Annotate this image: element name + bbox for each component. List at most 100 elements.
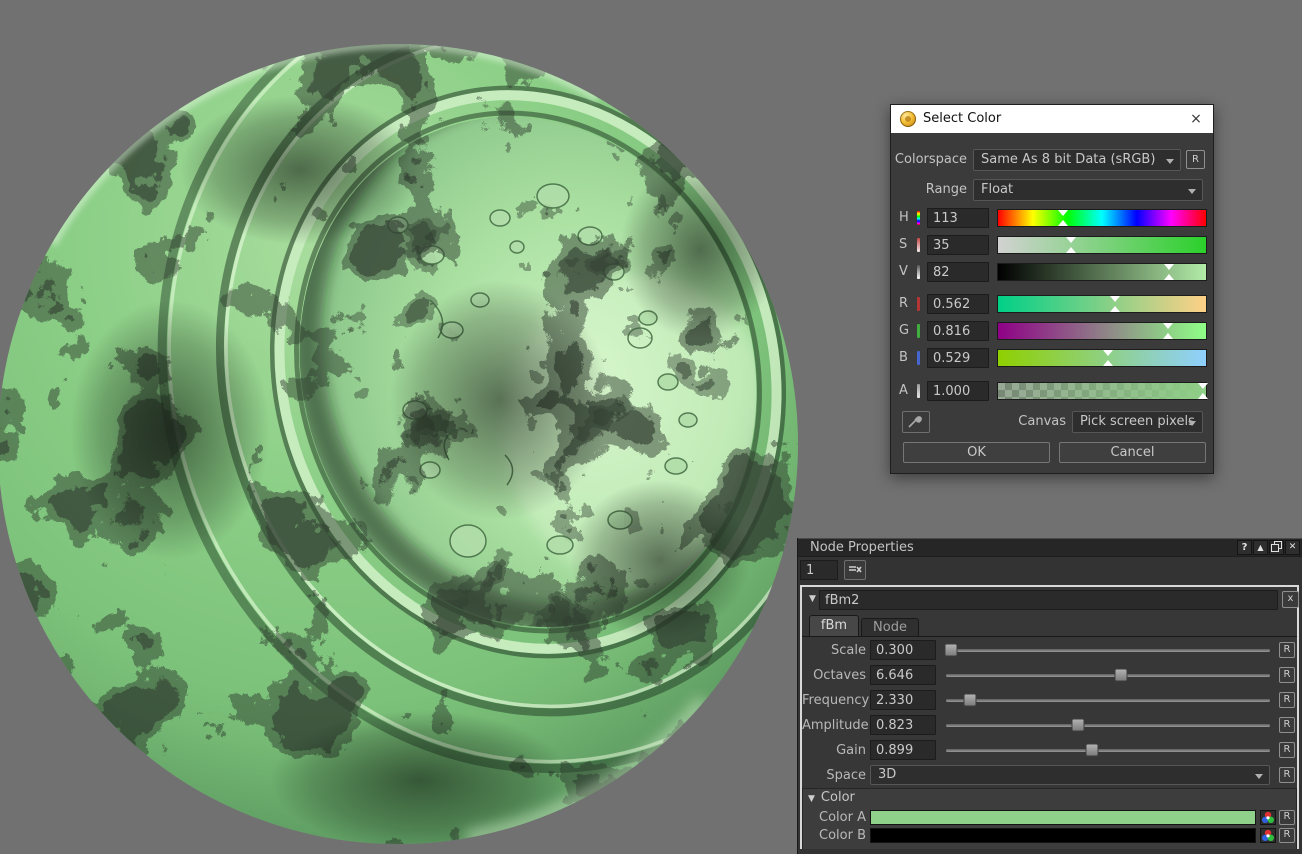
color-wheel-icon[interactable]	[1260, 810, 1276, 825]
slider-handle[interactable]	[1115, 669, 1128, 682]
param-row-octaves: Octaves 6.646 R	[802, 665, 1297, 686]
green-slider[interactable]	[997, 322, 1207, 340]
param-label: Gain	[802, 740, 866, 761]
green-gradient	[998, 323, 1206, 339]
green-value-field[interactable]: 0.816	[927, 321, 989, 341]
collapse-triangle-icon: ▼	[808, 794, 815, 804]
slider-marker-top[interactable]	[1198, 383, 1208, 389]
value-value-field[interactable]: 82	[927, 262, 989, 282]
slider-handle[interactable]	[1072, 719, 1085, 732]
value-slider[interactable]	[997, 263, 1207, 281]
saturation-value-field[interactable]: 35	[927, 235, 989, 255]
float-window-icon[interactable]	[1269, 540, 1284, 555]
octaves-slider[interactable]	[944, 665, 1272, 686]
select-color-dialog: Select Color × Colorspace Same As 8 bit …	[890, 104, 1214, 474]
slider-marker-bottom[interactable]	[1198, 393, 1208, 399]
tab-node[interactable]: Node	[861, 618, 919, 636]
slider-marker-top[interactable]	[1163, 323, 1173, 329]
chevron-down-icon	[1188, 189, 1196, 194]
slider-handle[interactable]	[964, 694, 977, 707]
dialog-titlebar[interactable]: Select Color ×	[891, 105, 1213, 133]
eyedropper-button[interactable]	[902, 411, 930, 433]
slider-marker-top[interactable]	[1066, 237, 1076, 243]
blue-value-field[interactable]: 0.529	[927, 348, 989, 368]
octaves-value-field[interactable]: 6.646	[870, 665, 936, 685]
slider-marker-top[interactable]	[1103, 350, 1113, 356]
color-b-swatch[interactable]	[870, 828, 1256, 843]
slider-track	[946, 674, 1270, 677]
param-label: Scale	[802, 640, 866, 661]
scale-slider[interactable]	[944, 640, 1272, 661]
max-panels-field[interactable]: 1	[800, 560, 838, 580]
reset-button[interactable]: R	[1279, 642, 1295, 658]
channel-label: S	[899, 235, 915, 255]
slider-marker-bottom[interactable]	[1066, 247, 1076, 253]
reset-button[interactable]: R	[1279, 667, 1295, 683]
amplitude-slider[interactable]	[944, 715, 1272, 736]
slider-marker-bottom[interactable]	[1110, 306, 1120, 312]
close-panel-icon[interactable]: ✕	[1285, 540, 1300, 555]
param-label: Amplitude	[802, 715, 866, 736]
colorspace-reset-button[interactable]: R	[1186, 150, 1205, 169]
reset-button[interactable]: R	[1279, 828, 1295, 843]
space-dropdown[interactable]: 3D	[870, 765, 1270, 785]
blue-slider[interactable]	[997, 349, 1207, 367]
hue-slider[interactable]	[997, 209, 1207, 227]
reset-button[interactable]: R	[1279, 810, 1295, 825]
panel-header[interactable]: Node Properties ? ▲ ✕	[798, 538, 1302, 557]
slider-track	[946, 649, 1270, 652]
gain-slider[interactable]	[944, 740, 1272, 761]
slider-marker-top[interactable]	[1110, 296, 1120, 302]
tab-divider	[802, 636, 1297, 637]
help-icon[interactable]: ?	[1237, 540, 1252, 555]
amplitude-value-field[interactable]: 0.823	[870, 715, 936, 735]
canvas-dropdown[interactable]: Pick screen pixels	[1072, 411, 1203, 433]
slider-marker-bottom[interactable]	[1164, 274, 1174, 280]
alpha-slider[interactable]	[997, 382, 1207, 400]
tab-fbm[interactable]: fBm	[809, 615, 859, 636]
blue-gradient	[998, 350, 1206, 366]
close-icon[interactable]: ×	[1185, 108, 1207, 130]
cancel-button[interactable]: Cancel	[1059, 442, 1206, 463]
red-value-field[interactable]: 0.562	[927, 294, 989, 314]
minimize-icon[interactable]: ▲	[1253, 540, 1268, 555]
slider-marker-bottom[interactable]	[1103, 360, 1113, 366]
red-channel-row: R 0.562	[891, 294, 1215, 314]
close-node-panel-button[interactable]: x	[1282, 591, 1299, 608]
clear-panels-button[interactable]	[844, 560, 866, 580]
param-row-space: Space 3D R	[802, 765, 1297, 786]
slider-handle[interactable]	[1085, 744, 1098, 757]
colorspace-dropdown[interactable]: Same As 8 bit Data (sRGB)	[973, 149, 1181, 171]
slider-marker-top[interactable]	[1058, 210, 1068, 216]
reset-button[interactable]: R	[1279, 767, 1295, 783]
green-indicator-icon	[917, 324, 920, 338]
color-wheel-icon[interactable]	[1260, 828, 1276, 843]
slider-marker-bottom[interactable]	[1163, 333, 1173, 339]
color-b-label: Color B	[802, 828, 866, 843]
reset-button[interactable]: R	[1279, 742, 1295, 758]
param-row-scale: Scale 0.300 R	[802, 640, 1297, 661]
color-group-header[interactable]: ▼ Color	[808, 789, 855, 806]
ok-button[interactable]: OK	[903, 442, 1050, 463]
color-a-swatch[interactable]	[870, 810, 1256, 825]
dialog-title: Select Color	[923, 111, 1001, 126]
saturation-gradient	[998, 237, 1206, 253]
color-b-row: Color B R	[802, 828, 1297, 844]
frequency-slider[interactable]	[944, 690, 1272, 711]
saturation-slider[interactable]	[997, 236, 1207, 254]
collapse-triangle-icon[interactable]: ▼	[809, 594, 816, 604]
slider-handle[interactable]	[944, 644, 957, 657]
frequency-value-field[interactable]: 2.330	[870, 690, 936, 710]
range-dropdown[interactable]: Float	[973, 179, 1203, 201]
alpha-value-field[interactable]: 1.000	[927, 381, 989, 401]
reset-button[interactable]: R	[1279, 692, 1295, 708]
scale-value-field[interactable]: 0.300	[870, 640, 936, 660]
hue-value-field[interactable]: 113	[927, 208, 989, 228]
reset-button[interactable]: R	[1279, 717, 1295, 733]
slider-marker-top[interactable]	[1164, 264, 1174, 270]
node-name-field[interactable]: fBm2	[819, 590, 1278, 610]
gain-value-field[interactable]: 0.899	[870, 740, 936, 760]
slider-marker-bottom[interactable]	[1058, 220, 1068, 226]
red-slider[interactable]	[997, 295, 1207, 313]
color-group-label: Color	[821, 790, 855, 805]
